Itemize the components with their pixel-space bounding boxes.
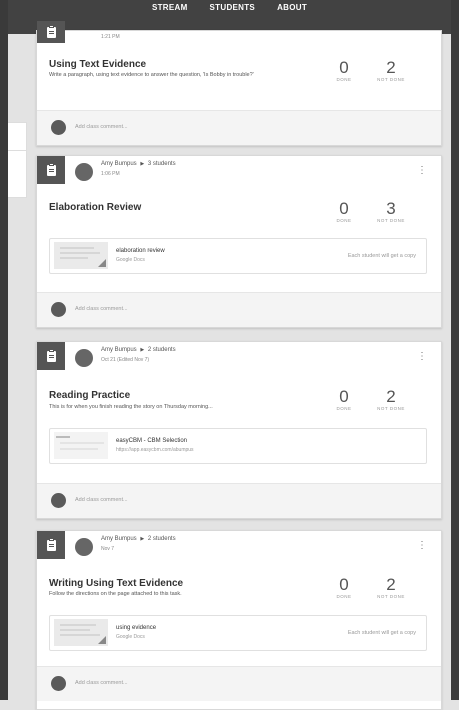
- side-panel-fragment: [8, 122, 27, 152]
- done-count[interactable]: 0 DONE: [329, 200, 359, 224]
- assignment-card: Amy Bumpus ▶ 2 students Nov 7 ⋮ Writing …: [36, 530, 442, 710]
- arrow-right-icon: ▶: [140, 161, 145, 167]
- clipboard-icon: [37, 531, 65, 559]
- class-comment-bar[interactable]: Add class comment...: [37, 292, 441, 327]
- kebab-menu-icon[interactable]: ⋮: [417, 166, 427, 176]
- done-count[interactable]: 0 DONE: [329, 576, 359, 600]
- class-comment-bar[interactable]: Add class comment...: [37, 483, 441, 518]
- post-date: Nov 7: [101, 546, 115, 552]
- avatar: [51, 493, 66, 508]
- assignment-description: Write a paragraph, using text evidence t…: [49, 72, 254, 78]
- attachment-card[interactable]: elaboration review Google Docs Each stud…: [49, 238, 427, 274]
- assignment-description: This is for when you finish reading the …: [49, 404, 213, 410]
- attachment-copy-note: Each student will get a copy: [347, 630, 416, 636]
- top-nav-bar: STREAM STUDENTS ABOUT: [8, 0, 451, 34]
- assignment-description: Follow the directions on the page attach…: [49, 591, 182, 597]
- assignment-title[interactable]: Using Text Evidence: [49, 59, 146, 70]
- attachment-title: elaboration review: [116, 248, 165, 254]
- post-date: Oct 21 (Edited Nov 7): [101, 357, 150, 363]
- avatar: [51, 302, 66, 317]
- arrow-right-icon: ▶: [140, 536, 145, 542]
- avatar: [75, 349, 93, 367]
- doc-thumbnail: [54, 242, 108, 269]
- assignment-card: Amy Bumpus ▶ 2 students Oct 21 (Edited N…: [36, 341, 442, 519]
- attachment-url: https://app.easycbm.com/abumpus: [116, 447, 194, 453]
- done-count[interactable]: 0 DONE: [329, 388, 359, 412]
- clipboard-icon: [37, 156, 65, 184]
- attachment-title: using evidence: [116, 625, 157, 631]
- comment-input[interactable]: Add class comment...: [75, 497, 128, 503]
- post-date: 1:21 PM: [101, 34, 120, 40]
- kebab-menu-icon[interactable]: ⋮: [417, 352, 427, 362]
- clipboard-icon: [37, 21, 65, 43]
- window-frame-left: [0, 0, 8, 700]
- avatar: [75, 163, 93, 181]
- attachment-title: easyCBM - CBM Selection: [116, 438, 188, 444]
- side-panel-fragment: [8, 150, 27, 198]
- attachment-copy-note: Each student will get a copy: [347, 253, 416, 259]
- post-author: Amy Bumpus ▶ 3 students: [101, 161, 176, 167]
- not-done-count[interactable]: 2 NOT DONE: [376, 388, 406, 412]
- assignment-title[interactable]: Writing Using Text Evidence: [49, 578, 183, 589]
- attachment-subtitle: Google Docs: [116, 634, 145, 640]
- arrow-right-icon: ▶: [140, 347, 145, 353]
- avatar: [51, 676, 66, 691]
- tab-about[interactable]: ABOUT: [266, 3, 318, 12]
- post-author: Amy Bumpus ▶ 2 students: [101, 347, 176, 353]
- tab-students[interactable]: STUDENTS: [199, 3, 267, 12]
- not-done-count[interactable]: 2 NOT DONE: [376, 59, 406, 83]
- clipboard-icon: [37, 342, 65, 370]
- avatar: [51, 120, 66, 135]
- link-thumbnail: [54, 432, 108, 459]
- attachment-subtitle: Google Docs: [116, 257, 145, 263]
- comment-input[interactable]: Add class comment...: [75, 306, 128, 312]
- assignment-card: Amy Bumpus ▶ 3 students 1:06 PM ⋮ Elabor…: [36, 155, 442, 328]
- not-done-count[interactable]: 2 NOT DONE: [376, 576, 406, 600]
- not-done-count[interactable]: 3 NOT DONE: [376, 200, 406, 224]
- comment-input[interactable]: Add class comment...: [75, 680, 128, 686]
- class-comment-bar[interactable]: Add class comment...: [37, 666, 441, 701]
- kebab-menu-icon[interactable]: ⋮: [417, 541, 427, 551]
- post-date: 1:06 PM: [101, 171, 120, 177]
- assignment-card: 1:21 PM Using Text Evidence Write a para…: [36, 21, 442, 146]
- tab-stream[interactable]: STREAM: [141, 3, 199, 12]
- post-author: Amy Bumpus ▶ 2 students: [101, 536, 176, 542]
- done-count[interactable]: 0 DONE: [329, 59, 359, 83]
- attachment-card[interactable]: using evidence Google Docs Each student …: [49, 615, 427, 651]
- comment-input[interactable]: Add class comment...: [75, 124, 128, 130]
- assignment-title[interactable]: Reading Practice: [49, 390, 130, 401]
- attachment-card[interactable]: easyCBM - CBM Selection https://app.easy…: [49, 428, 427, 464]
- class-comment-bar[interactable]: Add class comment...: [37, 110, 441, 145]
- assignment-title[interactable]: Elaboration Review: [49, 202, 141, 213]
- window-frame-right: [451, 0, 459, 700]
- doc-thumbnail: [54, 619, 108, 646]
- avatar: [75, 538, 93, 556]
